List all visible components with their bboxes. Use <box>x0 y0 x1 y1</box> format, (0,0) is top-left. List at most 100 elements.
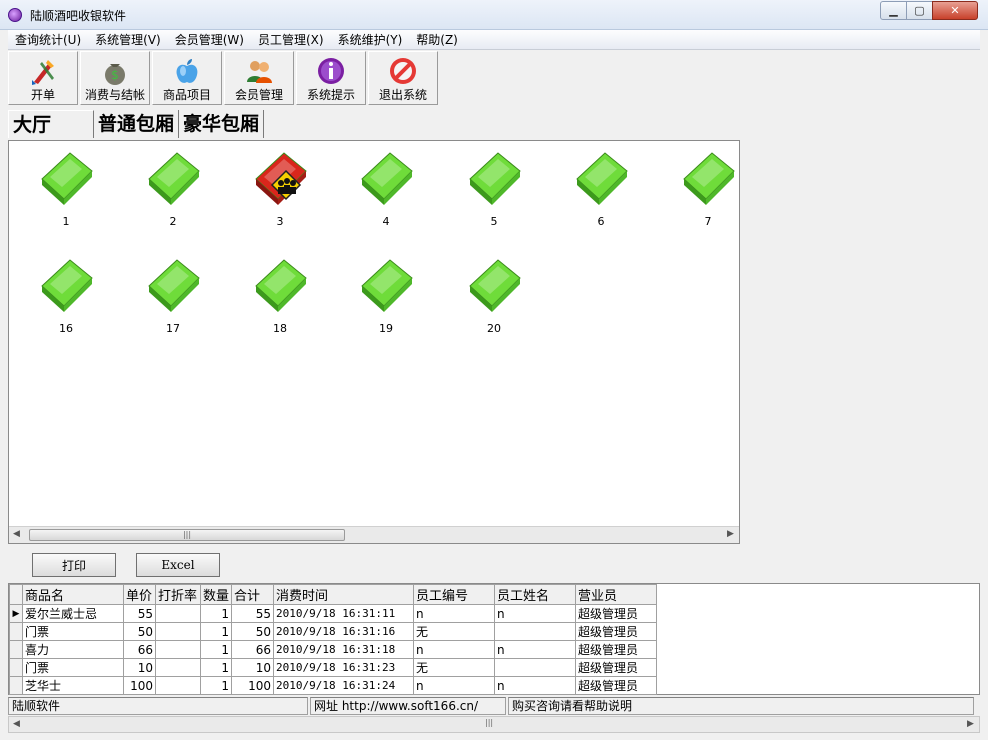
grid-cell[interactable]: 2010/9/18 16:31:18 <box>273 640 415 659</box>
grid-cell[interactable]: 2010/9/18 16:31:24 <box>273 676 415 695</box>
table-row[interactable]: 喜力 66 1 66 2010/9/18 16:31:18 n n 超级管理员 <box>9 640 658 659</box>
col-staff-id[interactable]: 员工编号 <box>413 584 496 605</box>
maximize-icon[interactable]: ▢ <box>906 1 933 20</box>
row-indicator[interactable] <box>9 676 23 695</box>
grid-cell[interactable]: 超级管理员 <box>575 604 658 623</box>
row-pointer-icon[interactable]: ▶ <box>9 604 23 623</box>
room-19[interactable]: 19 <box>351 254 421 344</box>
rooms-scrollbar[interactable]: ◀ ||| ▶ <box>9 526 739 543</box>
table-row[interactable]: ▶ 爱尔兰威士忌 55 1 55 2010/9/18 16:31:11 n n 超级管理员 <box>9 604 658 623</box>
grid-cell[interactable]: 100 <box>123 676 156 695</box>
grid-cell[interactable]: 1 <box>199 604 233 623</box>
menu-staff[interactable]: 员工管理(X) <box>251 30 331 50</box>
room-5[interactable]: 5 <box>459 147 529 237</box>
grid-cell[interactable]: n <box>413 604 496 623</box>
menu-system[interactable]: 系统管理(V) <box>88 30 168 50</box>
minimize-icon[interactable]: ▁ <box>880 1 907 20</box>
grid-cell[interactable]: n <box>494 640 577 659</box>
grid-cell[interactable]: 100 <box>231 676 275 695</box>
grid-cell[interactable]: 55 <box>123 604 156 623</box>
grid-cell[interactable]: 爱尔兰威士忌 <box>22 604 124 623</box>
col-discount[interactable]: 打折率 <box>155 584 201 605</box>
member-management-button[interactable]: 会员管理 <box>224 51 294 105</box>
grid-cell[interactable] <box>155 676 201 695</box>
room-4[interactable]: 4 <box>351 147 421 237</box>
grid-cell[interactable]: 66 <box>231 640 275 659</box>
grid-cell[interactable] <box>155 604 201 623</box>
room-20[interactable]: 20 <box>459 254 529 344</box>
grid-cell[interactable] <box>155 640 201 659</box>
scroll-left-icon[interactable]: ◀ <box>13 529 20 539</box>
excel-button[interactable]: Excel <box>136 553 220 577</box>
grid-cell[interactable]: 无 <box>413 622 496 641</box>
grid-cell[interactable]: 芝华士 <box>22 676 124 695</box>
table-row[interactable]: 芝华士 100 1 100 2010/9/18 16:31:24 n n 超级管理员 <box>9 676 658 695</box>
exit-system-button[interactable]: 退出系统 <box>368 51 438 105</box>
grid-cell[interactable] <box>155 658 201 677</box>
table-row[interactable]: 门票 50 1 50 2010/9/18 16:31:16 无超级管理员 <box>9 622 658 641</box>
grid-cell[interactable]: 50 <box>231 622 275 641</box>
grid-cell[interactable]: 10 <box>231 658 275 677</box>
bottom-scroll-left-icon[interactable]: ◀ <box>13 719 20 729</box>
col-time[interactable]: 消费时间 <box>273 584 415 605</box>
tab-deluxe-room[interactable]: 豪华包厢 <box>179 110 265 138</box>
row-indicator[interactable] <box>9 622 23 641</box>
grid-cell[interactable]: 门票 <box>22 658 124 677</box>
col-unit-price[interactable]: 单价 <box>123 584 156 605</box>
grid-cell[interactable]: n <box>494 676 577 695</box>
col-clerk[interactable]: 营业员 <box>575 584 658 605</box>
grid-cell[interactable]: 超级管理员 <box>575 640 658 659</box>
room-17[interactable]: 17 <box>138 254 208 344</box>
grid-cell[interactable]: 1 <box>199 658 233 677</box>
col-staff-name[interactable]: 员工姓名 <box>494 584 577 605</box>
grid-cell[interactable]: 超级管理员 <box>575 622 658 641</box>
room-18[interactable]: 18 <box>245 254 315 344</box>
grid-cell[interactable]: 无 <box>413 658 496 677</box>
grid-cell[interactable]: 1 <box>199 622 233 641</box>
print-button[interactable]: 打印 <box>32 553 116 577</box>
tab-standard-room[interactable]: 普通包厢 <box>94 110 180 138</box>
grid-cell[interactable]: n <box>413 640 496 659</box>
grid-cell[interactable]: 66 <box>123 640 156 659</box>
row-indicator[interactable] <box>9 658 23 677</box>
consume-checkout-button[interactable]: $ 消费与结帐 <box>80 51 150 105</box>
room-2[interactable]: 2 <box>138 147 208 237</box>
open-order-button[interactable]: 开单 <box>8 51 78 105</box>
grid-cell[interactable] <box>494 622 577 641</box>
table-row[interactable]: 门票 10 1 10 2010/9/18 16:31:23 无超级管理员 <box>9 658 658 677</box>
grid-cell[interactable]: 50 <box>123 622 156 641</box>
bottom-scroll-grip[interactable]: ||| <box>485 718 493 727</box>
row-indicator[interactable] <box>9 640 23 659</box>
menu-member[interactable]: 会员管理(W) <box>168 30 251 50</box>
room-1[interactable]: 1 <box>31 147 101 237</box>
grid-cell[interactable] <box>494 658 577 677</box>
grid-cell[interactable]: 喜力 <box>22 640 124 659</box>
menu-maintenance[interactable]: 系统维护(Y) <box>331 30 410 50</box>
grid-cell[interactable]: 2010/9/18 16:31:16 <box>273 622 415 641</box>
close-icon[interactable]: ✕ <box>932 1 978 20</box>
products-button[interactable]: 商品项目 <box>152 51 222 105</box>
room-16[interactable]: 16 <box>31 254 101 344</box>
grid-cell[interactable]: 门票 <box>22 622 124 641</box>
grid-cell[interactable]: n <box>413 676 496 695</box>
grid-cell[interactable]: n <box>494 604 577 623</box>
scroll-thumb[interactable]: ||| <box>29 529 345 541</box>
scroll-right-icon[interactable]: ▶ <box>727 529 734 539</box>
grid-cell[interactable]: 55 <box>231 604 275 623</box>
room-6[interactable]: 6 <box>566 147 636 237</box>
col-product-name[interactable]: 商品名 <box>22 584 124 605</box>
room-7[interactable]: 7 <box>673 147 739 237</box>
col-quantity[interactable]: 数量 <box>199 584 233 605</box>
menu-help[interactable]: 帮助(Z) <box>409 30 465 50</box>
menu-query[interactable]: 查询统计(U) <box>8 30 88 50</box>
grid-cell[interactable]: 超级管理员 <box>575 676 658 695</box>
grid-cell[interactable] <box>155 622 201 641</box>
system-tips-button[interactable]: 系统提示 <box>296 51 366 105</box>
grid-cell[interactable]: 1 <box>199 640 233 659</box>
grid-cell[interactable]: 1 <box>199 676 233 695</box>
room-3[interactable]: 3 <box>245 147 315 237</box>
grid-cell[interactable]: 10 <box>123 658 156 677</box>
tab-hall[interactable]: 大厅 <box>8 110 94 138</box>
grid-cell[interactable]: 2010/9/18 16:31:23 <box>273 658 415 677</box>
bottom-scroll-right-icon[interactable]: ▶ <box>967 719 974 729</box>
